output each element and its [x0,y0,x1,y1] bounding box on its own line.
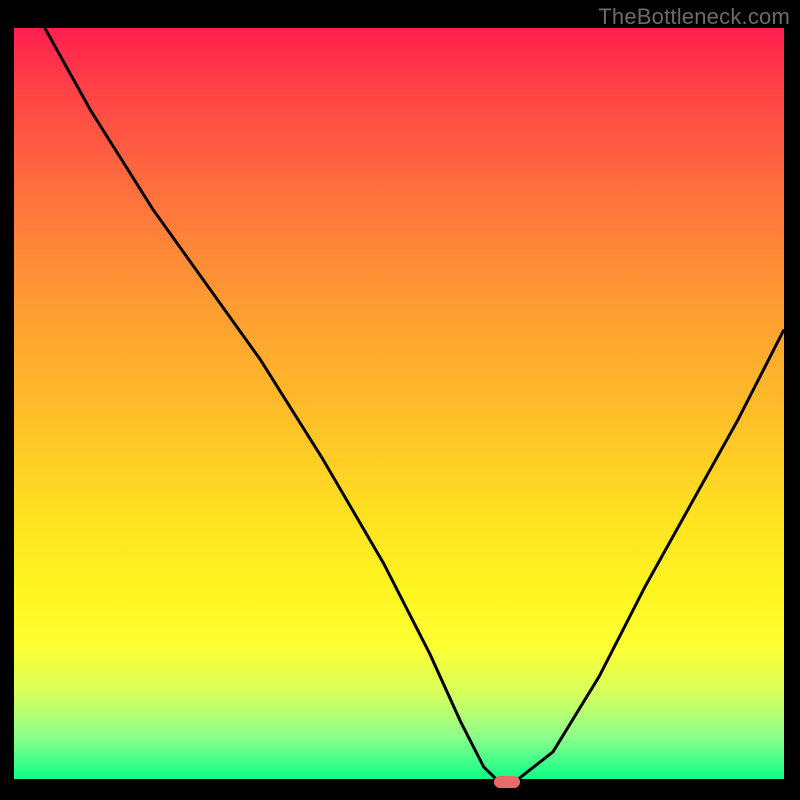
x-axis-baseline [14,779,784,782]
plot-area [14,28,784,782]
optimal-point-marker [494,776,520,788]
curve-layer [14,28,784,782]
bottleneck-curve [45,28,784,782]
watermark-text: TheBottleneck.com [598,4,790,30]
chart-frame: TheBottleneck.com [0,0,800,800]
